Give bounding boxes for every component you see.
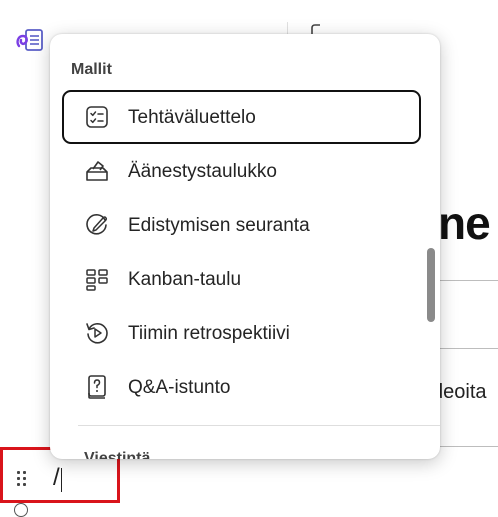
loop-app-icon[interactable] xyxy=(14,28,44,54)
slash-command-menu: Mallit Tehtäväluettelo Äänestystaulukko xyxy=(50,34,440,459)
page-heading-fragment: ne xyxy=(438,197,491,249)
editor-input-text[interactable]: / xyxy=(53,464,60,492)
menu-item-label: Tiimin retrospektiivi xyxy=(128,323,290,344)
divider-line xyxy=(440,446,498,447)
ballot-box-icon xyxy=(84,158,110,184)
menu-item-team-retrospective[interactable]: Tiimin retrospektiivi xyxy=(62,306,421,360)
menu-item-progress-tracker[interactable]: Edistymisen seuranta xyxy=(62,198,421,252)
menu-item-label: Tehtäväluettelo xyxy=(128,107,256,128)
kanban-board-icon xyxy=(84,266,110,292)
menu-item-kanban-board[interactable]: Kanban-taulu xyxy=(62,252,421,306)
divider-line xyxy=(440,348,498,349)
menu-section-title-next: Viestintä xyxy=(84,450,151,459)
drag-handle-icon[interactable] xyxy=(17,471,29,487)
menu-scrollbar-thumb[interactable] xyxy=(427,248,435,322)
retrospective-icon xyxy=(84,320,110,346)
menu-item-label: Kanban-taulu xyxy=(128,269,242,290)
menu-item-label: Edistymisen seuranta xyxy=(128,215,310,236)
menu-section-title: Mallit xyxy=(71,61,112,78)
divider-line xyxy=(440,280,498,281)
menu-item-label: Q&A-istunto xyxy=(128,377,231,398)
menu-divider xyxy=(78,425,440,426)
text-caret xyxy=(61,468,62,492)
task-list-icon xyxy=(84,104,110,130)
menu-item-label: Äänestystaulukko xyxy=(128,161,277,182)
progress-tracker-icon xyxy=(84,212,110,238)
menu-item-task-list[interactable]: Tehtäväluettelo xyxy=(62,90,421,144)
add-icon[interactable] xyxy=(14,503,28,517)
qa-session-icon xyxy=(84,374,110,400)
page-text-fragment: deoita xyxy=(432,381,487,403)
menu-item-qa-session[interactable]: Q&A-istunto xyxy=(62,360,421,414)
menu-item-voting-table[interactable]: Äänestystaulukko xyxy=(62,144,421,198)
